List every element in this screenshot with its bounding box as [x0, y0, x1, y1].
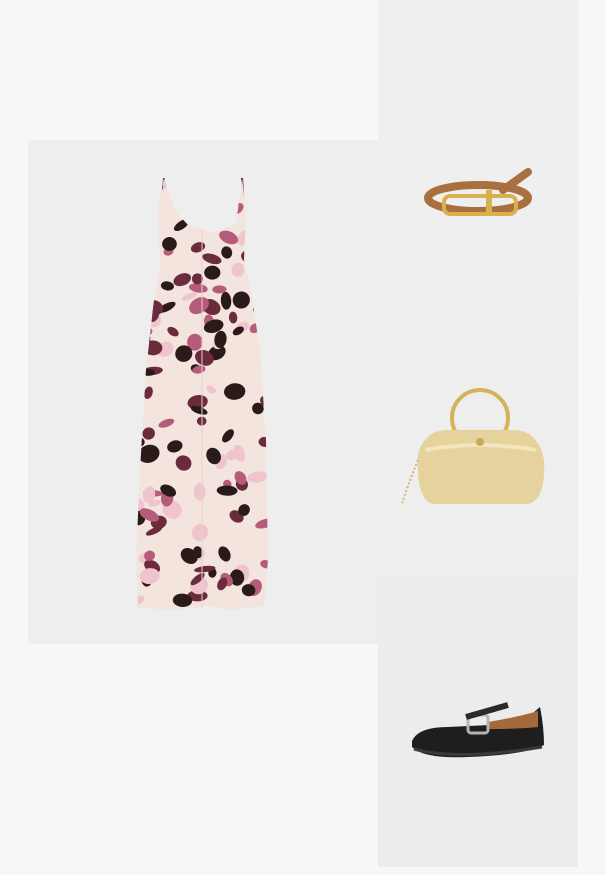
leopard-spot: [141, 204, 153, 215]
leopard-spot: [250, 222, 268, 239]
leopard-spot: [136, 262, 146, 281]
leopard-spot: [249, 220, 264, 230]
leopard-spot: [139, 181, 155, 197]
leopard-spot: [184, 205, 206, 220]
leopard-spot: [136, 386, 144, 393]
leopard-spot: [256, 313, 268, 326]
leopard-spot: [216, 208, 232, 218]
leopard-spot: [196, 196, 209, 209]
leopard-spot: [136, 284, 152, 297]
gold-clutch-image: [401, 388, 545, 505]
leopard-spot: [256, 212, 268, 220]
leopard-spot: [261, 252, 268, 260]
belt-panel[interactable]: [378, 0, 578, 290]
dress-panel[interactable]: [28, 140, 378, 644]
leopard-spot: [257, 178, 268, 186]
leopard-spot: [212, 213, 227, 221]
leopard-spot: [175, 184, 185, 200]
bag-panel[interactable]: [378, 290, 578, 577]
mary-jane-flats-image: [412, 702, 544, 758]
leopard-spot: [253, 303, 268, 318]
leopard-spot: [191, 213, 201, 225]
belt-image: [424, 168, 532, 216]
leopard-spot: [136, 328, 145, 342]
leopard-dress-image: [136, 177, 268, 610]
shoes-panel[interactable]: [378, 577, 578, 867]
leopard-spot: [140, 245, 155, 255]
leopard-spot: [136, 250, 146, 267]
leopard-spot: [251, 289, 261, 298]
leopard-spot: [142, 263, 153, 278]
